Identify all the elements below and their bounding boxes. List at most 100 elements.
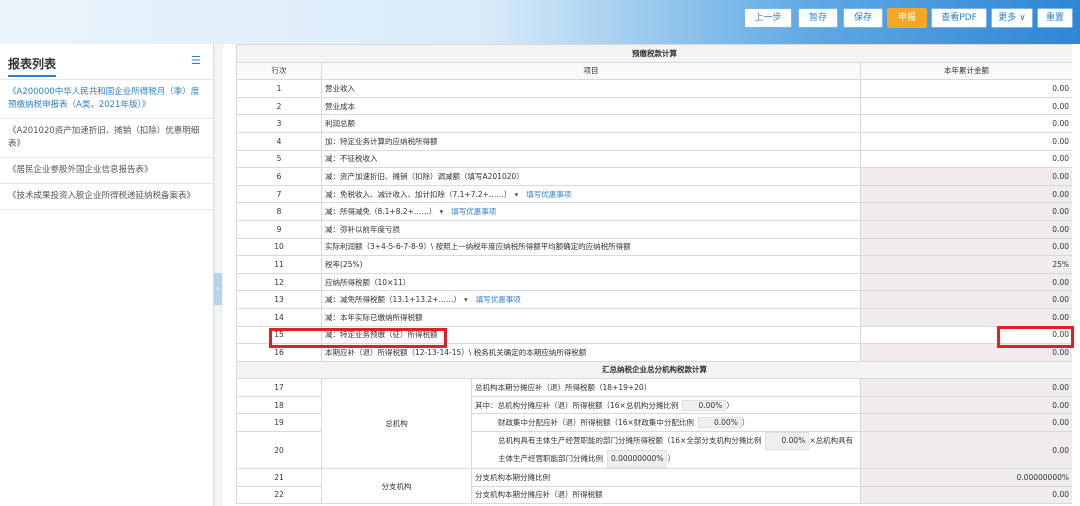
row-no: 1 <box>236 79 322 98</box>
row-item-tail: ） <box>667 454 675 464</box>
more-label: 更多 <box>998 13 1017 23</box>
sidebar-title: 报表列表 <box>8 55 57 77</box>
caret-down-icon[interactable]: ▾ <box>464 295 468 304</box>
section-prepaid-tax: 预缴税款计算 <box>236 44 1072 63</box>
row-item: 减：减免所得税额（13.1+13.2+……） ▾ 填写优惠事项 <box>321 290 861 309</box>
row-item-text: 财政集中分配应补（退）所得税额（16×财政集中分配比例 <box>498 418 694 428</box>
row-item: 营业成本 <box>321 96 861 116</box>
amount-input[interactable]: 0.00 <box>860 325 1072 345</box>
row-no: 11 <box>236 255 322 274</box>
row-no: 22 <box>236 485 322 505</box>
table-row: 5 减：不征税收入 0.00 <box>236 149 1072 169</box>
row-item-text: 总机构具有主体生产经营职能的部门分摊所得税额（16×全部分支机构分摊比例 <box>498 436 762 446</box>
save-button[interactable]: 保存 <box>843 8 883 28</box>
row-item-text: 其中：总机构分摊应补（退）所得税额（16×总机构分摊比例 <box>475 400 679 410</box>
row-item: 减：本年实际已缴纳所得税额 <box>321 307 861 327</box>
declaration-form: 预缴税款计算 行次 项目 本年累计金额 1 营业收入 0.00 2 营业成本 0.00 … <box>236 44 1072 506</box>
row-no: 2 <box>236 96 322 116</box>
row-item: 减：所得减免（8.1+8.2+……） ▾ 填写优惠事项 <box>321 202 861 221</box>
row-no: 6 <box>236 167 322 186</box>
caret-down-icon[interactable]: ▾ <box>514 190 518 199</box>
amount-input[interactable]: 0.00 <box>860 96 1072 116</box>
amount-input[interactable]: 0.00 <box>860 149 1072 169</box>
view-pdf-button[interactable]: 查看PDF <box>931 8 987 28</box>
amount-readonly: 0.00 <box>860 395 1072 415</box>
tax-calc-table: 预缴税款计算 行次 项目 本年累计金额 1 营业收入 0.00 2 营业成本 0.00 … <box>236 44 1072 505</box>
reset-button[interactable]: 重置 <box>1037 8 1073 28</box>
chevron-down-icon: ∨ <box>1019 13 1026 23</box>
row-item: 加：特定业务计算的应纳税所得额 <box>321 131 861 151</box>
row-item: 实际利润额（3+4-5-6-7-8-9）\ 按照上一纳税年度应纳税所得额平均额确… <box>321 237 861 257</box>
amount-readonly: 0.00 <box>860 237 1072 257</box>
declare-button[interactable]: 申报 <box>887 8 927 28</box>
row-item: 减：资产加速折旧、摊销（扣除）调减额（填写A201020） <box>321 167 861 186</box>
row-no: 20 <box>236 431 322 470</box>
table-row: 16 本期应补（退）所得税额（12-13-14-15）\ 税务机关确定的本期应纳所… <box>236 343 1072 362</box>
row-no: 12 <box>236 272 322 292</box>
table-row: 4 加：特定业务计算的应纳税所得额 0.00 <box>236 131 1072 151</box>
col-row-header: 行次 <box>236 61 322 81</box>
row-no: 21 <box>236 468 322 487</box>
table-row: 15 减：特定业务预缴（征）所得税额 0.00 <box>236 325 1072 345</box>
row-item: 本期应补（退）所得税额（12-13-14-15）\ 税务机关确定的本期应纳所得税… <box>321 343 861 362</box>
row-item: 财政集中分配应补（退）所得税额（16×财政集中分配比例 0.00%） <box>471 413 861 433</box>
row-item: 应纳所得税额（10×11） <box>321 272 861 292</box>
table-row: 6 减：资产加速折旧、摊销（扣除）调减额（填写A201020） 0.00 <box>236 167 1072 186</box>
fill-preferential-link[interactable]: 填写优惠事项 <box>451 207 496 216</box>
row-no: 14 <box>236 307 322 327</box>
sidebar-header: 报表列表 ☰ <box>0 44 213 80</box>
prev-step-button[interactable]: 上一步 <box>744 8 792 28</box>
amount-input[interactable]: 0.00 <box>860 79 1072 98</box>
report-item-foreign-share[interactable]: 《居民企业参股外国企业信息报告表》 <box>0 158 213 184</box>
table-row: 1 营业收入 0.00 <box>236 79 1072 98</box>
row-no: 10 <box>236 237 322 257</box>
row-no: 15 <box>236 325 322 345</box>
report-item-a201020[interactable]: 《A201020资产加速折旧、摊销（扣除）优惠明细表》 <box>0 119 213 158</box>
row-no: 7 <box>236 184 322 204</box>
amount-readonly: 0.00 <box>860 202 1072 221</box>
table-row: 11 税率(25%) 25% <box>236 255 1072 274</box>
table-row: 8 减：所得减免（8.1+8.2+……） ▾ 填写优惠事项 0.00 <box>236 202 1072 221</box>
fill-preferential-link[interactable]: 填写优惠事项 <box>526 190 571 199</box>
row-item: 营业收入 <box>321 79 861 98</box>
row-no: 16 <box>236 343 322 362</box>
row-no: 9 <box>236 219 322 239</box>
table-row: 12 应纳所得税额（10×11） 0.00 <box>236 272 1072 292</box>
report-item-tech-investment[interactable]: 《技术成果投资入股企业所得税递延纳税备案表》 <box>0 184 213 210</box>
row-no: 4 <box>236 131 322 151</box>
amount-input[interactable]: 0.00 <box>860 131 1072 151</box>
amount-readonly: 0.00 <box>860 485 1072 505</box>
amount-readonly: 25% <box>860 255 1072 274</box>
col-amount-header: 本年累计金额 <box>860 61 1072 81</box>
fill-preferential-link[interactable]: 填写优惠事项 <box>476 295 521 304</box>
caret-down-icon[interactable]: ▾ <box>439 207 443 216</box>
row-item: 总机构具有主体生产经营职能的部门分摊所得税额（16×全部分支机构分摊比例 0.00… <box>471 431 861 470</box>
ratio-field: 0.00000000% <box>607 450 668 469</box>
row-item: 利润总额 <box>321 114 861 133</box>
report-item-a200000[interactable]: 《A200000中华人民共和国企业所得税月（季）度预缴纳税申报表（A类，2021… <box>0 80 213 119</box>
table-row: 13 减：减免所得税额（13.1+13.2+……） ▾ 填写优惠事项 0.00 <box>236 290 1072 309</box>
row-item-text: 减：免税收入、减计收入、加计扣除（7.1+7.2+……） <box>325 189 512 199</box>
layers-icon[interactable]: ☰ <box>191 55 203 67</box>
table-row: 2 营业成本 0.00 <box>236 96 1072 116</box>
row-item: 减：特定业务预缴（征）所得税额 <box>321 325 861 345</box>
row-no: 18 <box>236 395 322 415</box>
amount-readonly: 0.00 <box>860 307 1072 327</box>
collapse-sidebar-icon[interactable]: ‹ <box>214 273 222 305</box>
more-button[interactable]: 更多 ∨ <box>991 8 1033 28</box>
row-item-text: 减：所得减免（8.1+8.2+……） <box>325 207 437 217</box>
hq-label: 总机构 <box>321 378 472 470</box>
save-draft-button[interactable]: 暂存 <box>798 8 838 28</box>
amount-readonly: 0.00 <box>860 272 1072 292</box>
table-row: 21 分支机构 分支机构本期分摊比例 0.00000000% <box>236 468 1072 505</box>
amount-readonly: 0.00 <box>860 431 1072 470</box>
table-row: 10 实际利润额（3+4-5-6-7-8-9）\ 按照上一纳税年度应纳税所得额平均… <box>236 237 1072 257</box>
branch-label: 分支机构 <box>321 468 472 505</box>
amount-readonly: 0.00 <box>860 219 1072 239</box>
amount-readonly: 0.00000000% <box>860 468 1072 487</box>
table-row: 17 总机构 总机构本期分摊应补（退）所得税额（18+19+20） 0.00 <box>236 378 1072 470</box>
row-no: 19 <box>236 413 322 433</box>
row-item: 减：弥补以前年度亏损 <box>321 219 861 239</box>
amount-input[interactable]: 0.00 <box>860 114 1072 133</box>
amount-readonly: 0.00 <box>860 343 1072 362</box>
